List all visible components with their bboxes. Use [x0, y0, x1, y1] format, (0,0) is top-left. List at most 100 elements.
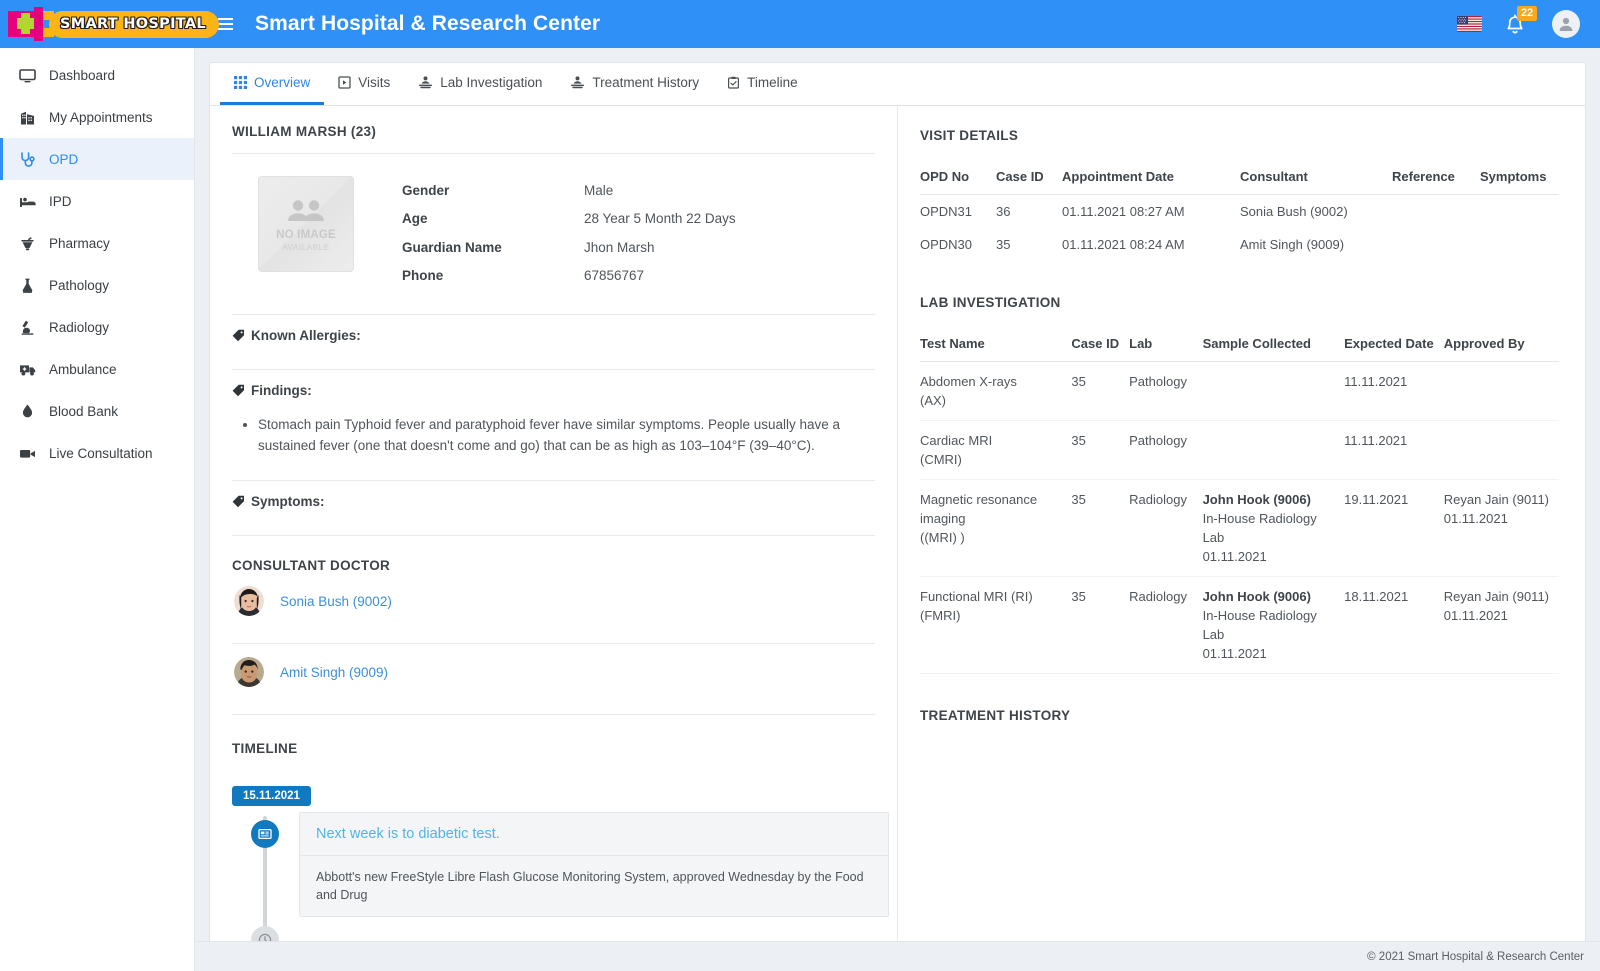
- info-key: Age: [402, 211, 428, 227]
- list-item: Stomach pain Typhoid fever and paratypho…: [258, 414, 875, 456]
- timeline-section: 15.11.2021 Next week is to diabetic test…: [232, 756, 889, 954]
- table-row[interactable]: OPDN31 36 01.11.2021 08:27 AM Sonia Bush…: [920, 195, 1559, 229]
- cell-case-id: 35: [1071, 361, 1130, 421]
- approved-date: 01.11.2021: [1443, 511, 1508, 526]
- treatment-history-title: TREATMENT HISTORY: [920, 708, 1071, 723]
- cell-appointment-date: 01.11.2021 08:27 AM: [1062, 204, 1185, 219]
- tab-overview[interactable]: Overview: [220, 63, 325, 105]
- user-avatar-icon[interactable]: [1552, 10, 1580, 38]
- list-item[interactable]: Amit Singh (9009): [232, 644, 875, 700]
- info-row-age: Age 28 Year 5 Month 22 Days: [402, 205, 736, 234]
- column-header: Case ID: [1071, 330, 1130, 362]
- monitor-icon: [19, 67, 43, 84]
- cell-approved-by: [1443, 420, 1559, 480]
- table-row[interactable]: OPDN30 35 01.11.2021 08:24 AM Amit Singh…: [920, 228, 1559, 261]
- cell-sample-collected: [1202, 420, 1345, 480]
- us-flag-icon[interactable]: [1457, 16, 1482, 32]
- table-header-row: OPD No Case ID Appointment Date Consulta…: [920, 163, 1559, 195]
- info-row-gender: Gender Male: [402, 176, 736, 205]
- tab-treatment-history[interactable]: Treatment History: [556, 63, 713, 105]
- column-header: Appointment Date: [1062, 163, 1240, 195]
- sidebar-item-pathology[interactable]: Pathology: [0, 264, 194, 306]
- cell-approved-by: Reyan Jain (9011) 01.11.2021: [1443, 479, 1559, 577]
- sidebar-item-ambulance[interactable]: Ambulance: [0, 348, 194, 390]
- sidebar-item-radiology[interactable]: Radiology: [0, 306, 194, 348]
- sidebar-item-pharmacy[interactable]: Pharmacy: [0, 222, 194, 264]
- sidebar-item-label: Ambulance: [49, 361, 117, 377]
- mortar-pestle-icon: [19, 235, 43, 252]
- patient-photo-placeholder: NO IMAGE AVAILABLE: [258, 176, 354, 272]
- hospital-bed-icon: [19, 193, 43, 210]
- test-code: (CMRI): [920, 452, 962, 467]
- cell-lab: Pathology: [1129, 361, 1203, 421]
- column-header: Reference: [1392, 163, 1480, 195]
- sidebar-item-ipd[interactable]: IPD: [0, 180, 194, 222]
- play-square-icon: [338, 76, 351, 89]
- cell-lab: Radiology: [1129, 576, 1203, 674]
- page-title: Smart Hospital & Research Center: [255, 12, 601, 35]
- tab-lab-investigation[interactable]: Lab Investigation: [404, 63, 556, 105]
- findings-list: Stomach pain Typhoid fever and paratypho…: [232, 410, 875, 466]
- notification-bell-button[interactable]: 22: [1504, 6, 1538, 37]
- table-row[interactable]: Abdomen X-rays (AX) 35 Pathology 11.11.2…: [920, 361, 1559, 421]
- sidebar-item-label: IPD: [49, 193, 72, 209]
- test-name: Abdomen X-rays: [920, 374, 1017, 389]
- sidebar-item-dashboard[interactable]: Dashboard: [0, 54, 194, 96]
- sidebar-item-blood-bank[interactable]: Blood Bank: [0, 390, 194, 432]
- sidebar-item-label: Dashboard: [49, 67, 116, 83]
- stethoscope-icon: [19, 151, 43, 168]
- cell-consultant: Sonia Bush (9002): [1240, 204, 1348, 219]
- sidebar-item-label: My Appointments: [49, 109, 153, 125]
- timeline-entry-body: Abbott's new FreeStyle Libre Flash Gluco…: [300, 856, 888, 916]
- label-text: Symptoms:: [251, 494, 325, 509]
- collected-by: John Hook (9006): [1202, 589, 1311, 604]
- doctor-name-link[interactable]: Amit Singh (9009): [280, 665, 388, 680]
- table-row[interactable]: Magnetic resonance imaging ((MRI) ) 35 R…: [920, 479, 1559, 577]
- lab-icon: [418, 76, 433, 89]
- column-header: Expected Date: [1344, 330, 1444, 362]
- label-text: Known Allergies:: [251, 328, 361, 343]
- column-header: Sample Collected: [1202, 330, 1345, 362]
- sidebar-item-live-consultation[interactable]: Live Consultation: [0, 432, 194, 474]
- photo-placeholder-line1: NO IMAGE: [276, 228, 336, 241]
- cell-case-id: 35: [1071, 420, 1130, 480]
- findings-label: Findings:: [232, 370, 875, 410]
- tab-label: Visits: [358, 75, 391, 90]
- table-row[interactable]: Cardiac MRI (CMRI) 35 Pathology 11.11.20…: [920, 420, 1559, 480]
- news-card-icon[interactable]: [251, 820, 279, 848]
- cell-appointment-date: 01.11.2021 08:24 AM: [1062, 237, 1185, 252]
- blood-drop-icon: [19, 403, 43, 420]
- tab-visits[interactable]: Visits: [324, 63, 404, 105]
- symptoms-label: Symptoms:: [232, 481, 875, 521]
- info-value: Male: [584, 182, 614, 198]
- doctor-avatar-amit: [234, 657, 264, 687]
- clipboard-check-icon: [727, 76, 740, 89]
- tab-timeline[interactable]: Timeline: [713, 63, 812, 105]
- brand-logo[interactable]: SMART HOSPITAL: [0, 0, 219, 48]
- known-allergies-label: Known Allergies:: [232, 315, 875, 355]
- patient-detail-card: Overview Visits Lab Investigation Treatm…: [209, 62, 1586, 954]
- info-row-phone: Phone 67856767: [402, 262, 736, 291]
- doctor-name-link[interactable]: Sonia Bush (9002): [280, 594, 392, 609]
- visit-details-title: VISIT DETAILS: [920, 128, 1019, 143]
- tag-icon: [232, 495, 245, 508]
- info-row-guardian-name: Guardian Name Jhon Marsh: [402, 233, 736, 262]
- sidebar-item-opd[interactable]: OPD: [0, 138, 194, 180]
- sidebar-item-my-appointments[interactable]: My Appointments: [0, 96, 194, 138]
- hospital-building-icon: [19, 109, 43, 126]
- sidebar-item-label: Pathology: [49, 277, 110, 293]
- list-item[interactable]: Sonia Bush (9002): [232, 573, 875, 629]
- sidebar-item-label: Radiology: [49, 319, 110, 335]
- collected-lab: In-House Radiology Lab: [1202, 511, 1317, 545]
- timeline-entry-title[interactable]: Next week is to diabetic test.: [300, 813, 888, 856]
- tab-label: Overview: [254, 75, 311, 90]
- table-row[interactable]: Functional MRI (RI) (FMRI) 35 Radiology …: [920, 576, 1559, 674]
- logo-text-pill: SMART HOSPITAL: [49, 10, 219, 38]
- info-value: Jhon Marsh: [584, 239, 655, 255]
- doctor-avatar-sonia: [234, 586, 264, 616]
- column-header: Case ID: [996, 163, 1062, 195]
- overview-left-column: WILLIAM MARSH (23) NO IMAGE AVAILABLE Ge…: [210, 106, 898, 954]
- collected-date: 01.11.2021: [1202, 549, 1267, 564]
- tab-label: Timeline: [747, 75, 798, 90]
- microscope-icon: [19, 319, 43, 336]
